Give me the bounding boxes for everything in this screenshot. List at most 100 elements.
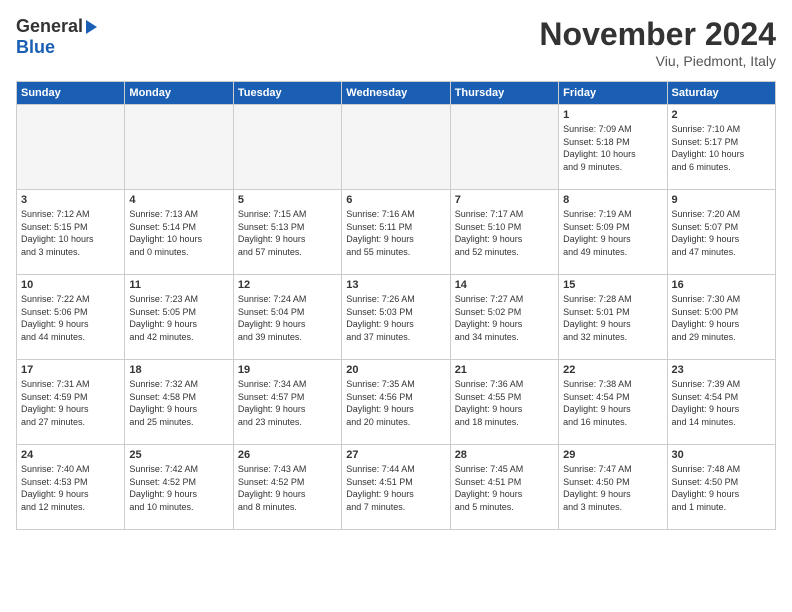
location-subtitle: Viu, Piedmont, Italy (539, 53, 776, 69)
calendar-cell: 9 Sunrise: 7:20 AM Sunset: 5:07 PM Daylig… (667, 190, 775, 275)
day-number: 28 (455, 449, 554, 461)
day-info: Sunrise: 7:35 AM Sunset: 4:56 PM Dayligh… (346, 378, 445, 428)
day-number: 19 (238, 364, 337, 376)
day-info: Sunrise: 7:47 AM Sunset: 4:50 PM Dayligh… (563, 463, 662, 513)
day-info: Sunrise: 7:36 AM Sunset: 4:55 PM Dayligh… (455, 378, 554, 428)
day-info: Sunrise: 7:26 AM Sunset: 5:03 PM Dayligh… (346, 293, 445, 343)
calendar-cell: 13 Sunrise: 7:26 AM Sunset: 5:03 PM Dayli… (342, 275, 450, 360)
weekday-header-friday: Friday (559, 82, 667, 105)
week-row-5: 24 Sunrise: 7:40 AM Sunset: 4:53 PM Dayli… (17, 445, 776, 530)
day-info: Sunrise: 7:23 AM Sunset: 5:05 PM Dayligh… (129, 293, 228, 343)
day-info: Sunrise: 7:22 AM Sunset: 5:06 PM Dayligh… (21, 293, 120, 343)
day-number: 4 (129, 194, 228, 206)
weekday-header-saturday: Saturday (667, 82, 775, 105)
day-number: 30 (672, 449, 771, 461)
calendar-cell (450, 105, 558, 190)
calendar-table: SundayMondayTuesdayWednesdayThursdayFrid… (16, 81, 776, 530)
day-number: 21 (455, 364, 554, 376)
calendar-cell: 17 Sunrise: 7:31 AM Sunset: 4:59 PM Dayli… (17, 360, 125, 445)
day-number: 10 (21, 279, 120, 291)
day-info: Sunrise: 7:27 AM Sunset: 5:02 PM Dayligh… (455, 293, 554, 343)
calendar-cell: 24 Sunrise: 7:40 AM Sunset: 4:53 PM Dayli… (17, 445, 125, 530)
day-info: Sunrise: 7:19 AM Sunset: 5:09 PM Dayligh… (563, 208, 662, 258)
calendar-cell: 8 Sunrise: 7:19 AM Sunset: 5:09 PM Daylig… (559, 190, 667, 275)
day-number: 14 (455, 279, 554, 291)
day-number: 16 (672, 279, 771, 291)
day-info: Sunrise: 7:43 AM Sunset: 4:52 PM Dayligh… (238, 463, 337, 513)
calendar-cell: 12 Sunrise: 7:24 AM Sunset: 5:04 PM Dayli… (233, 275, 341, 360)
calendar-cell: 19 Sunrise: 7:34 AM Sunset: 4:57 PM Dayli… (233, 360, 341, 445)
day-number: 20 (346, 364, 445, 376)
day-info: Sunrise: 7:40 AM Sunset: 4:53 PM Dayligh… (21, 463, 120, 513)
day-info: Sunrise: 7:34 AM Sunset: 4:57 PM Dayligh… (238, 378, 337, 428)
day-number: 9 (672, 194, 771, 206)
calendar-cell: 21 Sunrise: 7:36 AM Sunset: 4:55 PM Dayli… (450, 360, 558, 445)
day-number: 2 (672, 109, 771, 121)
weekday-header-row: SundayMondayTuesdayWednesdayThursdayFrid… (17, 82, 776, 105)
weekday-header-wednesday: Wednesday (342, 82, 450, 105)
day-number: 5 (238, 194, 337, 206)
title-section: November 2024 Viu, Piedmont, Italy (539, 16, 776, 69)
day-number: 17 (21, 364, 120, 376)
day-number: 3 (21, 194, 120, 206)
day-info: Sunrise: 7:24 AM Sunset: 5:04 PM Dayligh… (238, 293, 337, 343)
calendar-cell: 20 Sunrise: 7:35 AM Sunset: 4:56 PM Dayli… (342, 360, 450, 445)
calendar-cell: 28 Sunrise: 7:45 AM Sunset: 4:51 PM Dayli… (450, 445, 558, 530)
calendar-cell: 14 Sunrise: 7:27 AM Sunset: 5:02 PM Dayli… (450, 275, 558, 360)
day-info: Sunrise: 7:10 AM Sunset: 5:17 PM Dayligh… (672, 123, 771, 173)
day-info: Sunrise: 7:31 AM Sunset: 4:59 PM Dayligh… (21, 378, 120, 428)
logo-general: General (16, 16, 83, 37)
day-number: 13 (346, 279, 445, 291)
day-number: 7 (455, 194, 554, 206)
calendar-cell: 29 Sunrise: 7:47 AM Sunset: 4:50 PM Dayli… (559, 445, 667, 530)
day-info: Sunrise: 7:44 AM Sunset: 4:51 PM Dayligh… (346, 463, 445, 513)
day-info: Sunrise: 7:12 AM Sunset: 5:15 PM Dayligh… (21, 208, 120, 258)
day-info: Sunrise: 7:39 AM Sunset: 4:54 PM Dayligh… (672, 378, 771, 428)
day-info: Sunrise: 7:42 AM Sunset: 4:52 PM Dayligh… (129, 463, 228, 513)
calendar-cell: 26 Sunrise: 7:43 AM Sunset: 4:52 PM Dayli… (233, 445, 341, 530)
day-info: Sunrise: 7:17 AM Sunset: 5:10 PM Dayligh… (455, 208, 554, 258)
calendar-cell: 27 Sunrise: 7:44 AM Sunset: 4:51 PM Dayli… (342, 445, 450, 530)
day-info: Sunrise: 7:30 AM Sunset: 5:00 PM Dayligh… (672, 293, 771, 343)
day-info: Sunrise: 7:45 AM Sunset: 4:51 PM Dayligh… (455, 463, 554, 513)
calendar-cell: 22 Sunrise: 7:38 AM Sunset: 4:54 PM Dayli… (559, 360, 667, 445)
day-number: 23 (672, 364, 771, 376)
day-number: 25 (129, 449, 228, 461)
day-number: 8 (563, 194, 662, 206)
weekday-header-thursday: Thursday (450, 82, 558, 105)
calendar-cell (17, 105, 125, 190)
day-number: 29 (563, 449, 662, 461)
day-info: Sunrise: 7:16 AM Sunset: 5:11 PM Dayligh… (346, 208, 445, 258)
day-number: 27 (346, 449, 445, 461)
day-number: 11 (129, 279, 228, 291)
calendar-cell: 23 Sunrise: 7:39 AM Sunset: 4:54 PM Dayli… (667, 360, 775, 445)
calendar-cell: 11 Sunrise: 7:23 AM Sunset: 5:05 PM Dayli… (125, 275, 233, 360)
calendar-cell: 5 Sunrise: 7:15 AM Sunset: 5:13 PM Daylig… (233, 190, 341, 275)
day-info: Sunrise: 7:20 AM Sunset: 5:07 PM Dayligh… (672, 208, 771, 258)
calendar-cell: 16 Sunrise: 7:30 AM Sunset: 5:00 PM Dayli… (667, 275, 775, 360)
month-title: November 2024 (539, 16, 776, 53)
day-number: 18 (129, 364, 228, 376)
calendar-cell: 10 Sunrise: 7:22 AM Sunset: 5:06 PM Dayli… (17, 275, 125, 360)
day-number: 22 (563, 364, 662, 376)
day-number: 6 (346, 194, 445, 206)
day-number: 1 (563, 109, 662, 121)
weekday-header-sunday: Sunday (17, 82, 125, 105)
week-row-2: 3 Sunrise: 7:12 AM Sunset: 5:15 PM Daylig… (17, 190, 776, 275)
calendar-cell (233, 105, 341, 190)
logo-blue: Blue (16, 37, 55, 57)
calendar-cell (125, 105, 233, 190)
calendar-cell: 1Sunrise: 7:09 AM Sunset: 5:18 PM Daylig… (559, 105, 667, 190)
day-number: 26 (238, 449, 337, 461)
day-info: Sunrise: 7:48 AM Sunset: 4:50 PM Dayligh… (672, 463, 771, 513)
calendar-cell: 7 Sunrise: 7:17 AM Sunset: 5:10 PM Daylig… (450, 190, 558, 275)
calendar-cell: 6 Sunrise: 7:16 AM Sunset: 5:11 PM Daylig… (342, 190, 450, 275)
day-info: Sunrise: 7:38 AM Sunset: 4:54 PM Dayligh… (563, 378, 662, 428)
day-info: Sunrise: 7:15 AM Sunset: 5:13 PM Dayligh… (238, 208, 337, 258)
calendar-cell: 15Sunrise: 7:28 AM Sunset: 5:01 PM Dayli… (559, 275, 667, 360)
calendar-cell: 4Sunrise: 7:13 AM Sunset: 5:14 PM Daylig… (125, 190, 233, 275)
calendar-cell: 30 Sunrise: 7:48 AM Sunset: 4:50 PM Dayli… (667, 445, 775, 530)
day-number: 24 (21, 449, 120, 461)
day-number: 12 (238, 279, 337, 291)
week-row-3: 10 Sunrise: 7:22 AM Sunset: 5:06 PM Dayli… (17, 275, 776, 360)
